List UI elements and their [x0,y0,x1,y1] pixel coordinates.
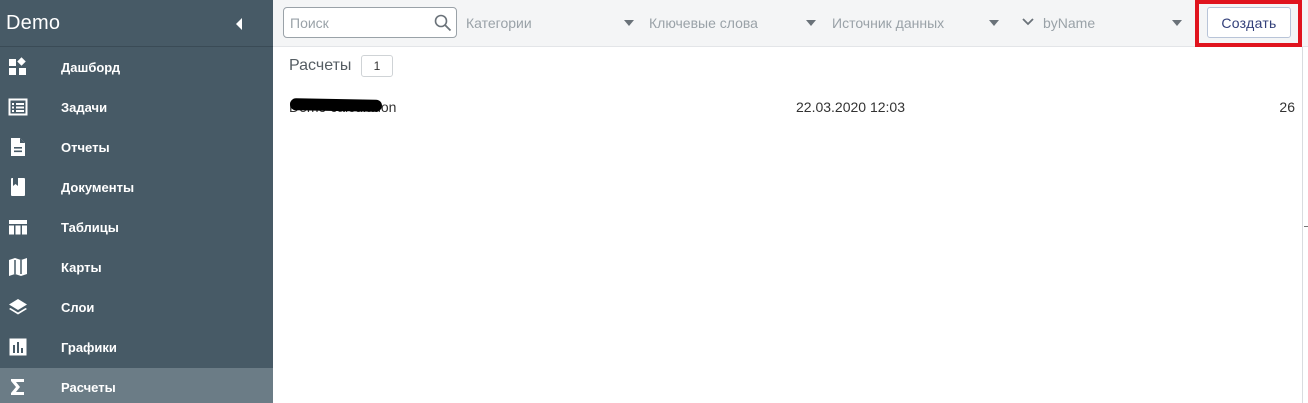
sort-dropdown[interactable]: byName [1043,7,1185,38]
scrollbar-track[interactable] [1302,47,1303,403]
sidebar-item-dashboard[interactable]: Дашборд [0,48,273,86]
categories-dropdown-label: Категории [466,14,532,31]
item-date: 22.03.2020 12:03 [796,99,905,115]
count-badge: 1 [361,55,393,77]
caret-down-icon [806,20,816,26]
sidebar-item-reports[interactable]: Отчеты [0,128,273,166]
tasks-icon [8,97,28,117]
map-icon [8,257,28,277]
sidebar-item-documents[interactable]: Документы [0,168,273,206]
sigma-icon [8,377,28,397]
document-icon [8,177,28,197]
table-icon [8,217,28,237]
sort-dropdown-label: byName [1043,14,1096,31]
toolbar: Категории Ключевые слова Источник данных… [273,0,1308,47]
search-box [283,7,457,38]
search-input[interactable] [284,8,429,37]
caret-down-icon [989,20,999,26]
sidebar-item-label: Документы [61,179,135,195]
sidebar-item-tables[interactable]: Таблицы [0,208,273,246]
app-root: Demo Дашборд Задачи Отчеты Документы Таб… [0,0,1308,403]
sidebar-item-label: Таблицы [61,219,119,235]
sidebar-item-charts[interactable]: Графики [0,328,273,366]
sidebar-item-label: Расчеты [61,379,116,395]
list-item[interactable]: Demo calculation 22.03.2020 12:03 26 [273,92,1303,122]
redaction-mark [289,98,383,112]
caret-down-icon [1172,20,1182,26]
categories-dropdown[interactable]: Категории [466,7,636,38]
chart-icon [8,337,28,357]
caret-down-icon [624,20,634,26]
dashboard-icon [8,57,28,77]
collapse-sidebar-icon[interactable] [234,17,244,31]
page-title: Расчеты [289,57,352,74]
item-count: 26 [1279,99,1295,115]
sidebar-item-layers[interactable]: Слои [0,288,273,326]
sort-direction-icon[interactable] [1022,17,1034,27]
sidebar-item-label: Задачи [61,99,108,115]
app-title: Demo [6,11,61,34]
keywords-dropdown-label: Ключевые слова [649,14,758,31]
layers-icon [8,297,28,317]
datasource-dropdown[interactable]: Источник данных [832,7,1002,38]
create-button[interactable]: Создать [1207,7,1291,38]
sidebar-item-label: Отчеты [61,139,110,155]
sidebar-item-label: Карты [61,259,102,275]
sidebar-item-label: Слои [61,299,95,315]
sidebar-item-label: Дашборд [61,59,121,75]
sidebar-item-tasks[interactable]: Задачи [0,88,273,126]
scrollbar-tick [1304,226,1308,227]
keywords-dropdown[interactable]: Ключевые слова [649,7,819,38]
sidebar: Demo Дашборд Задачи Отчеты Документы Таб… [0,0,273,403]
sidebar-item-maps[interactable]: Карты [0,248,273,286]
datasource-dropdown-label: Источник данных [832,14,945,31]
report-icon [8,137,28,157]
sidebar-item-label: Графики [61,339,117,355]
sidebar-header: Demo [0,0,273,47]
sidebar-item-calculations[interactable]: Расчеты [0,368,273,403]
search-icon[interactable] [434,14,452,32]
